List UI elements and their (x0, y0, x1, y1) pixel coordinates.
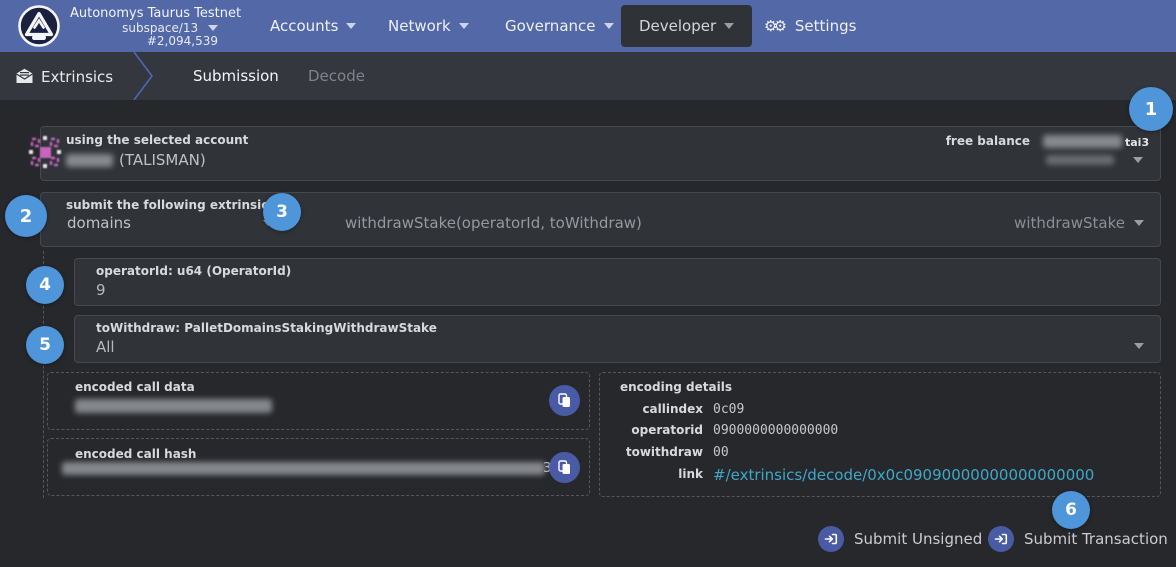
chevron-down-icon (604, 23, 614, 29)
callindex-value: 0c09 (713, 402, 744, 417)
top-navigation-bar: Autonomys Taurus Testnet subspace/13 #2,… (0, 0, 1176, 52)
callindex-label: callindex (618, 402, 703, 416)
block-number[interactable]: #2,094,539 (70, 34, 218, 48)
settings-gears-icon: ⚙⚙ (764, 17, 783, 35)
account-name-redacted (66, 154, 113, 167)
free-balance-label: free balance (880, 134, 1030, 148)
towithdraw-dropdown-caret[interactable] (1134, 343, 1144, 349)
nav-network[interactable]: Network (388, 0, 469, 52)
method-signature[interactable]: withdrawStake(operatorId, toWithdraw) (345, 214, 642, 232)
submit-transaction-button[interactable]: Submit Transaction (988, 526, 1168, 552)
nav-accounts[interactable]: Accounts (270, 0, 356, 52)
encoded-call-data-redacted (75, 399, 272, 413)
submit-unsigned-button[interactable]: Submit Unsigned (818, 526, 982, 552)
network-name: Autonomys Taurus Testnet (70, 6, 220, 21)
decode-link[interactable]: #/extrinsics/decode/0x0c0909000000000000… (713, 466, 1094, 484)
extrinsics-tab-bar: Extrinsics Submission Decode (0, 52, 1176, 100)
param-towithdraw-label: toWithdraw: PalletDomainsStakingWithdraw… (96, 321, 437, 335)
operatorid-label: operatorid (618, 423, 703, 437)
copy-call-hash-button[interactable] (549, 452, 580, 483)
balance-unit: tai3 (1125, 136, 1149, 149)
sign-in-icon (818, 526, 844, 552)
nav-developer[interactable]: Developer (621, 5, 752, 47)
extrinsic-label: submit the following extrinsic (66, 198, 268, 212)
param-operatorid-label: operatorId: u64 (OperatorId) (96, 264, 291, 278)
section-title: Extrinsics (41, 68, 113, 86)
sign-in-icon (988, 526, 1014, 552)
autonomys-logo-icon[interactable] (17, 4, 61, 48)
chevron-down-icon (208, 25, 218, 31)
tab-submission[interactable]: Submission (193, 52, 279, 100)
chevron-down-icon (459, 23, 469, 29)
tab-submission-label: Submission (193, 67, 279, 85)
annotation-circle-6: 6 (1052, 491, 1090, 529)
chevron-down-icon (346, 23, 356, 29)
copy-icon (558, 460, 571, 475)
chain-selector[interactable]: subspace/13 (70, 21, 218, 35)
copy-icon (558, 393, 571, 408)
annotation-circle-3: 3 (263, 193, 301, 231)
nav-settings-label: Settings (795, 17, 857, 35)
submit-unsigned-label: Submit Unsigned (854, 530, 982, 548)
nav-network-label: Network (388, 17, 451, 35)
account-name-suffix: (TALISMAN) (119, 151, 206, 169)
operatorid-value: 0900000000000000 (713, 423, 838, 438)
balance-dropdown-caret[interactable] (1133, 157, 1143, 163)
pallet-select[interactable]: domains (67, 214, 131, 232)
link-label: link (618, 467, 703, 481)
annotation-circle-2: 2 (5, 195, 47, 237)
encoded-call-hash-label: encoded call hash (75, 447, 196, 461)
nav-governance-label: Governance (505, 17, 596, 35)
balance-sub-redacted (1046, 155, 1114, 165)
free-balance-value-redacted (1043, 135, 1122, 148)
breadcrumb-chevron-icon (130, 52, 160, 100)
nav-accounts-label: Accounts (270, 17, 338, 35)
method-select[interactable]: withdrawStake (940, 214, 1125, 232)
encoding-details-title: encoding details (620, 380, 732, 394)
towithdraw-value: 00 (713, 445, 729, 460)
nav-settings[interactable]: ⚙⚙ Settings (764, 0, 856, 52)
chevron-down-icon (724, 23, 734, 29)
submit-transaction-label: Submit Transaction (1024, 530, 1168, 548)
annotation-circle-5: 5 (26, 326, 64, 364)
param-operatorid-value[interactable]: 9 (96, 281, 106, 299)
param-towithdraw-value[interactable]: All (96, 338, 115, 356)
encoded-call-hash-redacted (62, 462, 545, 475)
account-label: using the selected account (66, 133, 248, 147)
tab-decode-label: Decode (308, 67, 365, 85)
annotation-circle-1: 1 (1129, 87, 1173, 131)
encoded-call-data-label: encoded call data (75, 380, 195, 394)
copy-call-data-button[interactable] (549, 385, 580, 416)
extrinsics-envelope-icon (16, 68, 33, 88)
account-identicon[interactable] (27, 134, 63, 170)
nav-governance[interactable]: Governance (505, 0, 614, 52)
annotation-circle-4: 4 (26, 266, 64, 304)
chain-label: subspace/13 (122, 21, 198, 35)
method-dropdown-caret[interactable] (1134, 220, 1144, 226)
nav-developer-label: Developer (639, 17, 716, 35)
tab-decode[interactable]: Decode (308, 52, 365, 100)
towithdraw-label: towithdraw (618, 445, 703, 459)
